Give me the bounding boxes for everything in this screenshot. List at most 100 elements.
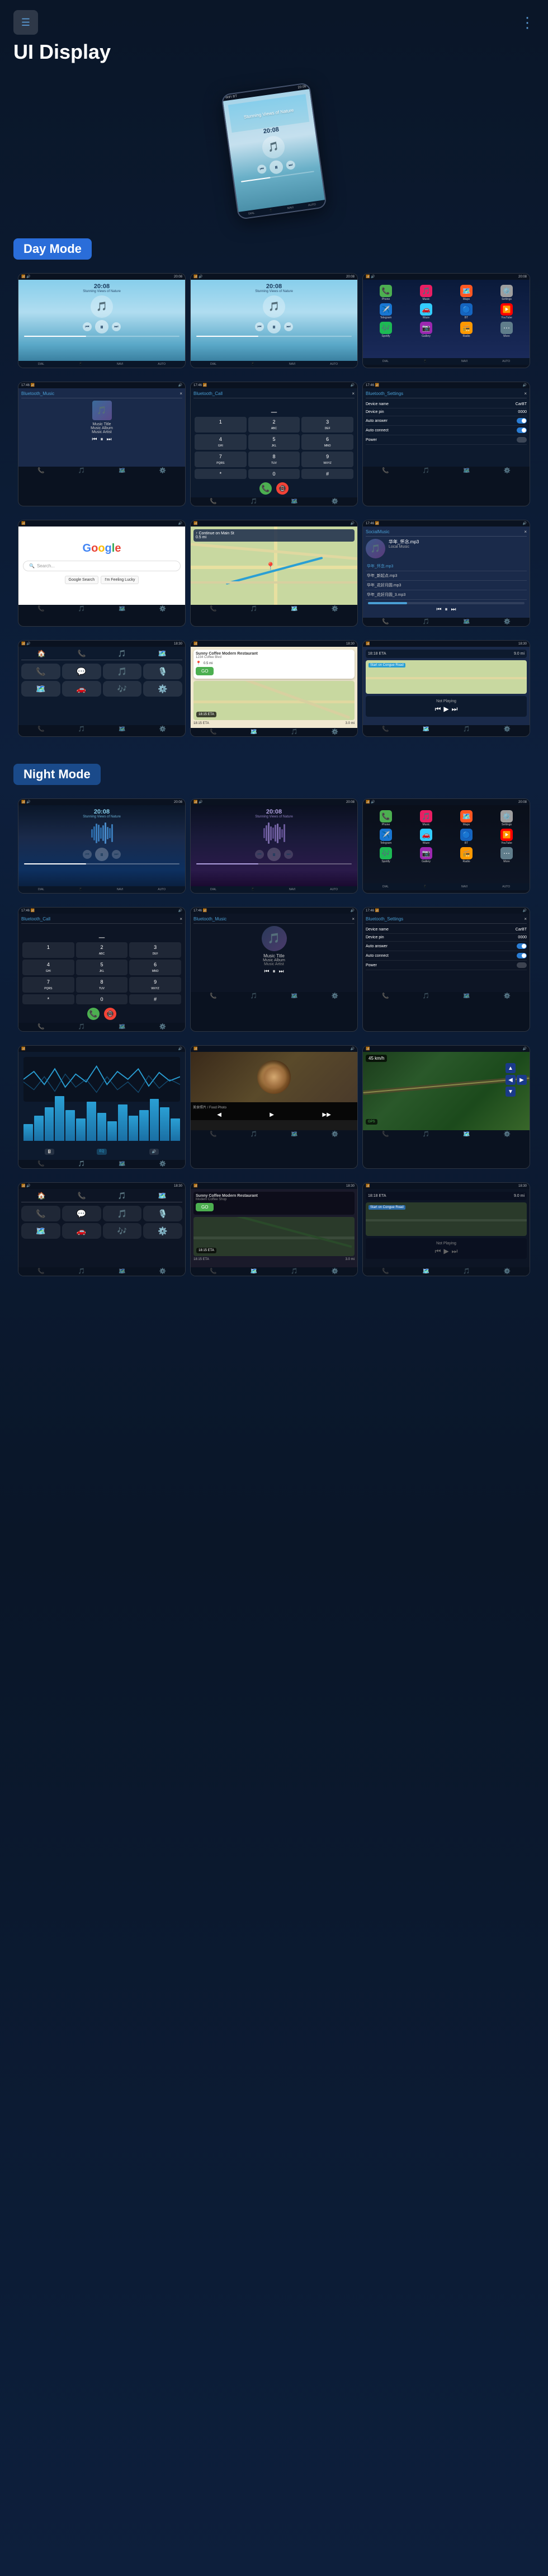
app-maps[interactable]: 🗺️Maps [447, 285, 485, 301]
night-cp-home[interactable]: 🏠 [37, 1192, 46, 1200]
p1-play[interactable]: ⏸ [95, 320, 108, 333]
night-dial-hash[interactable]: # [129, 994, 181, 1004]
cp-maps-icon[interactable]: 🗺️ [158, 650, 167, 657]
bt-prev[interactable]: ⏮ [92, 436, 97, 443]
night-cp-app-maps[interactable]: 🗺️ [21, 1223, 60, 1239]
cp-app-music[interactable]: 🎵 [103, 664, 142, 679]
eq-ctrl-1[interactable]: 🎚️ [45, 1149, 54, 1155]
dial-hash[interactable]: # [301, 469, 353, 479]
cp-app-phone[interactable]: 📞 [21, 664, 60, 679]
terrain-down[interactable]: ▼ [506, 1087, 516, 1097]
app-more[interactable]: ⋯More [488, 322, 526, 338]
np2-play[interactable]: ⏸ [267, 848, 281, 861]
night-cp-phone[interactable]: 📞 [78, 1192, 86, 1200]
dial-0[interactable]: 0 [248, 469, 300, 479]
night-cp-app-phone[interactable]: 📞 [21, 1206, 60, 1221]
night-app-maps[interactable]: 🗺️Maps [447, 810, 485, 826]
night-cp-app-spotify[interactable]: 🎶 [103, 1223, 142, 1239]
night-cp-maps[interactable]: 🗺️ [158, 1192, 167, 1200]
night-dial-8[interactable]: 8TUV [76, 977, 128, 993]
night-bt-next[interactable]: ⏭ [279, 969, 284, 975]
next-btn[interactable]: ⏭ [286, 160, 296, 170]
dial-6[interactable]: 6MNO [301, 434, 353, 450]
night-cp-app-waze[interactable]: 🚗 [62, 1223, 101, 1239]
p1-next[interactable]: ⏭ [112, 322, 121, 331]
cp-phone-icon[interactable]: 📞 [78, 650, 86, 657]
night-dial-1[interactable]: 1 [22, 942, 74, 958]
np2-prev[interactable]: ⏮ [255, 850, 264, 859]
food-play[interactable]: ▶ [270, 1112, 274, 1118]
feeling-lucky-btn[interactable]: I'm Feeling Lucky [101, 576, 139, 584]
eq-ctrl-3[interactable]: 🔊 [149, 1149, 159, 1155]
cp-app-maps[interactable]: 🗺️ [21, 681, 60, 697]
bt-next[interactable]: ⏭ [107, 436, 112, 443]
app-telegram[interactable]: ✈️Telegram [367, 303, 405, 319]
app-settings[interactable]: ⚙️Settings [488, 285, 526, 301]
night-cp-music[interactable]: 🎵 [118, 1192, 126, 1200]
bt-play[interactable]: ⏸ [101, 436, 103, 443]
app-music[interactable]: 🎵Music [407, 285, 445, 301]
night-dial-6[interactable]: 6MNO [129, 960, 181, 975]
dial-9[interactable]: 9WXYZ [301, 452, 353, 467]
night-dial-0[interactable]: 0 [76, 994, 128, 1004]
np1-play[interactable]: ⏸ [95, 848, 108, 861]
app-phone[interactable]: 📞Phone [367, 285, 405, 301]
app-bt[interactable]: 🔵BT [447, 303, 485, 319]
terrain-up[interactable]: ▲ [506, 1063, 516, 1073]
auto-answer-toggle[interactable] [517, 418, 527, 424]
night-end-btn[interactable]: 📵 [104, 1008, 116, 1020]
hamburger-icon[interactable]: ⋮ [520, 14, 535, 31]
np1-prev[interactable]: ⏮ [83, 850, 92, 859]
p1-prev[interactable]: ⏮ [83, 322, 92, 331]
cp-app-waze[interactable]: 🚗 [62, 681, 101, 697]
night-cp-app-settings[interactable]: ⚙️ [143, 1223, 182, 1239]
file-1[interactable]: 华年_怀念.mp3 [366, 562, 527, 571]
power-toggle[interactable] [517, 437, 527, 443]
night-cp-app-music[interactable]: 🎵 [103, 1206, 142, 1221]
food-next[interactable]: ▶▶ [322, 1112, 330, 1118]
end-call-btn[interactable]: 📵 [276, 482, 289, 495]
google-search-bar[interactable]: 🔍 Search... [23, 561, 181, 571]
night-auto-answer-toggle[interactable] [517, 943, 527, 949]
food-prev[interactable]: ◀ [217, 1112, 221, 1118]
local-play[interactable]: ⏸ [445, 607, 448, 613]
night-dial-4[interactable]: 4GHI [22, 960, 74, 975]
night-app-music[interactable]: 🎵Music [407, 810, 445, 826]
auto-connect-toggle[interactable] [517, 427, 527, 433]
night-cp-app-messages[interactable]: 💬 [62, 1206, 101, 1221]
terrain-left[interactable]: ◀ [506, 1075, 516, 1085]
night-app-phone[interactable]: 📞Phone [367, 810, 405, 826]
night-np-next[interactable]: ⏭ [452, 1247, 458, 1256]
app-gallery[interactable]: 📷Gallery [407, 322, 445, 338]
google-search-btn[interactable]: Google Search [65, 576, 99, 584]
night-app-spotify[interactable]: 🎶Spotify [367, 847, 405, 863]
cp-app-podcast[interactable]: 🎙️ [143, 664, 182, 679]
night-app-telegram[interactable]: ✈️Telegram [367, 829, 405, 845]
night-dial-2[interactable]: 2ABC [76, 942, 128, 958]
cp-music-icon[interactable]: 🎵 [118, 650, 126, 657]
file-3[interactable]: 华年_花好月圆.mp3 [366, 581, 527, 590]
dial-3[interactable]: 3DEF [301, 417, 353, 433]
night-app-radio[interactable]: 📻Radio [447, 847, 485, 863]
night-dial-5[interactable]: 5JKL [76, 960, 128, 975]
play-btn[interactable]: ⏸ [268, 159, 284, 175]
app-waze[interactable]: 🚗Waze [407, 303, 445, 319]
np-prev[interactable]: ⏮ [435, 705, 441, 713]
cp-app-messages[interactable]: 💬 [62, 664, 101, 679]
file-4[interactable]: 华年_花好月圆_3.mp3 [366, 590, 527, 600]
np-next[interactable]: ⏭ [452, 705, 458, 713]
night-dial-7[interactable]: 7PQRS [22, 977, 74, 993]
night-app-bt[interactable]: 🔵BT [447, 829, 485, 845]
night-app-waze[interactable]: 🚗Waze [407, 829, 445, 845]
night-np-play[interactable]: ▶ [443, 1247, 448, 1256]
p2-play[interactable]: ⏸ [267, 320, 281, 333]
app-radio[interactable]: 📻Radio [447, 322, 485, 338]
night-np-prev[interactable]: ⏮ [435, 1247, 441, 1256]
cp-app-spotify[interactable]: 🎶 [103, 681, 142, 697]
night-power-toggle[interactable] [517, 962, 527, 968]
night-cp-app-podcast[interactable]: 🎙️ [143, 1206, 182, 1221]
local-next[interactable]: ⏭ [451, 607, 456, 613]
night-dial-star[interactable]: * [22, 994, 74, 1004]
night-app-more[interactable]: ⋯More [488, 847, 526, 863]
call-btn[interactable]: 📞 [259, 482, 272, 495]
